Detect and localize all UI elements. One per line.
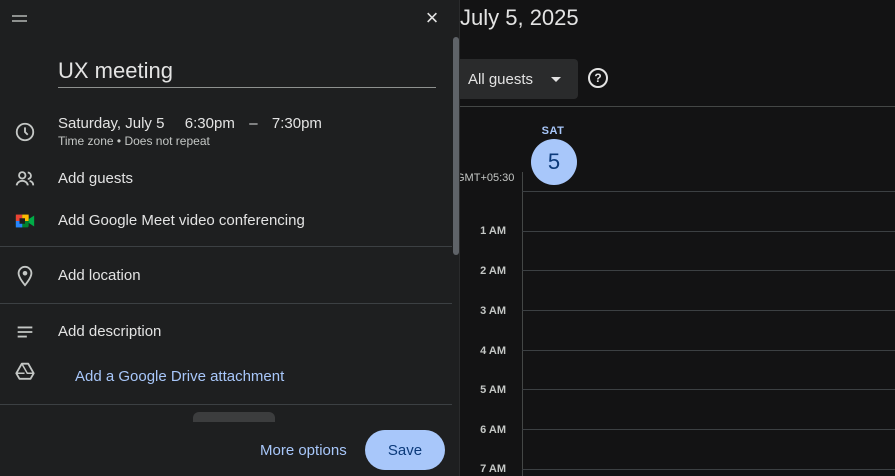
google-meet-row[interactable]: Add Google Meet video conferencing (0, 208, 452, 234)
google-meet-label: Add Google Meet video conferencing (58, 212, 305, 229)
day-number-button[interactable]: 5 (531, 139, 577, 185)
hour-label: 7 AM (480, 463, 506, 475)
help-icon[interactable]: ? (588, 68, 608, 88)
hour-label: 5 AM (480, 384, 506, 396)
add-description-label: Add description (58, 323, 162, 340)
location-pin-icon (17, 265, 33, 287)
hour-gridline (522, 389, 895, 390)
datetime-text: Saturday, July 5 6:30pm – 7:30pm (58, 115, 322, 132)
section-divider (0, 246, 452, 247)
hour-gridline (522, 429, 895, 430)
event-start-time[interactable]: 6:30pm (185, 115, 235, 132)
hour-label: 4 AM (480, 345, 506, 357)
hour-gridline (522, 350, 895, 351)
description-lines-icon (17, 326, 33, 338)
add-location-label: Add location (58, 267, 141, 284)
section-divider (0, 404, 452, 405)
timezone-repeat-text[interactable]: Time zone • Does not repeat (58, 134, 210, 148)
people-icon (15, 171, 35, 186)
chevron-down-icon (551, 76, 562, 82)
hour-gridline (522, 310, 895, 311)
hour-label: 6 AM (480, 424, 506, 436)
save-button[interactable]: Save (365, 430, 445, 470)
hour-gridline (522, 270, 895, 271)
event-date[interactable]: Saturday, July 5 (58, 115, 164, 132)
dialog-footer: More options Save (0, 422, 452, 476)
add-guests-label: Add guests (58, 170, 134, 187)
hour-label: 2 AM (480, 265, 506, 277)
google-meet-icon (15, 214, 35, 228)
event-dialog: × UX meeting Saturday, July 5 6:30pm – 7… (0, 0, 460, 476)
event-title-input[interactable]: UX meeting (58, 55, 436, 88)
timezone-label: GMT+05:30 (456, 172, 515, 184)
time-separator: – (249, 115, 258, 132)
add-location-row[interactable]: Add location (0, 263, 452, 289)
dialog-scrollbar[interactable] (453, 37, 459, 255)
clock-icon (15, 122, 35, 142)
hour-label: 3 AM (480, 305, 506, 317)
add-drive-attachment-link[interactable]: Add a Google Drive attachment (75, 368, 284, 385)
guest-filter-label: All guests (468, 70, 534, 88)
hour-gridline (522, 469, 895, 470)
grid-vertical-line (522, 172, 523, 476)
calendar-header-divider (460, 106, 895, 107)
hour-label: 1 AM (480, 225, 506, 237)
hour-gridline (522, 231, 895, 232)
event-end-time[interactable]: 7:30pm (272, 115, 322, 132)
drive-attachment-row[interactable]: Add a Google Drive attachment (0, 359, 452, 385)
section-divider (0, 303, 452, 304)
add-guests-row[interactable]: Add guests (0, 166, 452, 192)
calendar-day-view: July 5, 2025 All guests ? SAT 5 GMT+05:3… (456, 0, 895, 476)
add-description-row[interactable]: Add description (0, 319, 452, 345)
close-icon[interactable]: × (422, 7, 442, 29)
drive-icon (15, 362, 35, 380)
drag-handle-icon[interactable] (12, 15, 27, 25)
guest-filter-dropdown[interactable]: All guests (460, 59, 578, 99)
datetime-row[interactable]: Saturday, July 5 6:30pm – 7:30pm Time zo… (0, 112, 452, 152)
day-of-week-label: SAT (541, 125, 565, 137)
more-options-button[interactable]: More options (252, 438, 355, 463)
hour-gridline (522, 191, 895, 192)
calendar-date-heading: July 5, 2025 (460, 5, 579, 30)
